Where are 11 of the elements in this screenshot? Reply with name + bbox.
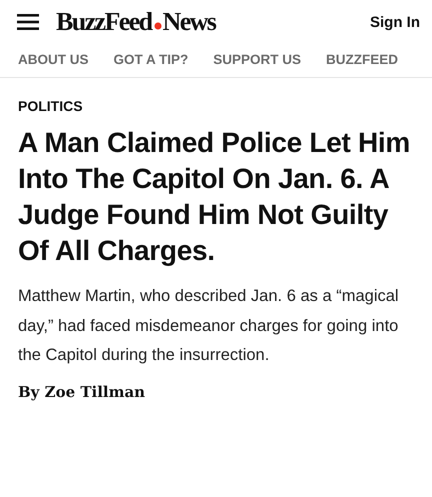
nav-link[interactable]: BUZZFEED	[326, 52, 398, 67]
nav-link[interactable]: GOT A TIP?	[114, 52, 188, 67]
nav-link[interactable]: SUPPORT US	[213, 52, 302, 67]
buzzfeed-news-logo[interactable]: BuzzFeed News	[56, 7, 216, 37]
section-label[interactable]: POLITICS	[18, 98, 416, 114]
byline: By Zoe Tillman	[18, 382, 146, 400]
sign-in-link[interactable]: Sign In	[370, 14, 420, 30]
article-summary: Matthew Martin, who described Jan. 6 as a “magical day,” had faced misdemeanor charges for going into the Capitol during the insurrection.	[18, 286, 400, 366]
headline: A Man Claimed Police Let Him Into The Capitol On Jan. 6. A Judge Found Him Not Guilty Of All Charges.	[18, 126, 411, 268]
menu-icon[interactable]	[17, 14, 39, 30]
nav-link[interactable]: ABOUT US	[18, 52, 88, 67]
